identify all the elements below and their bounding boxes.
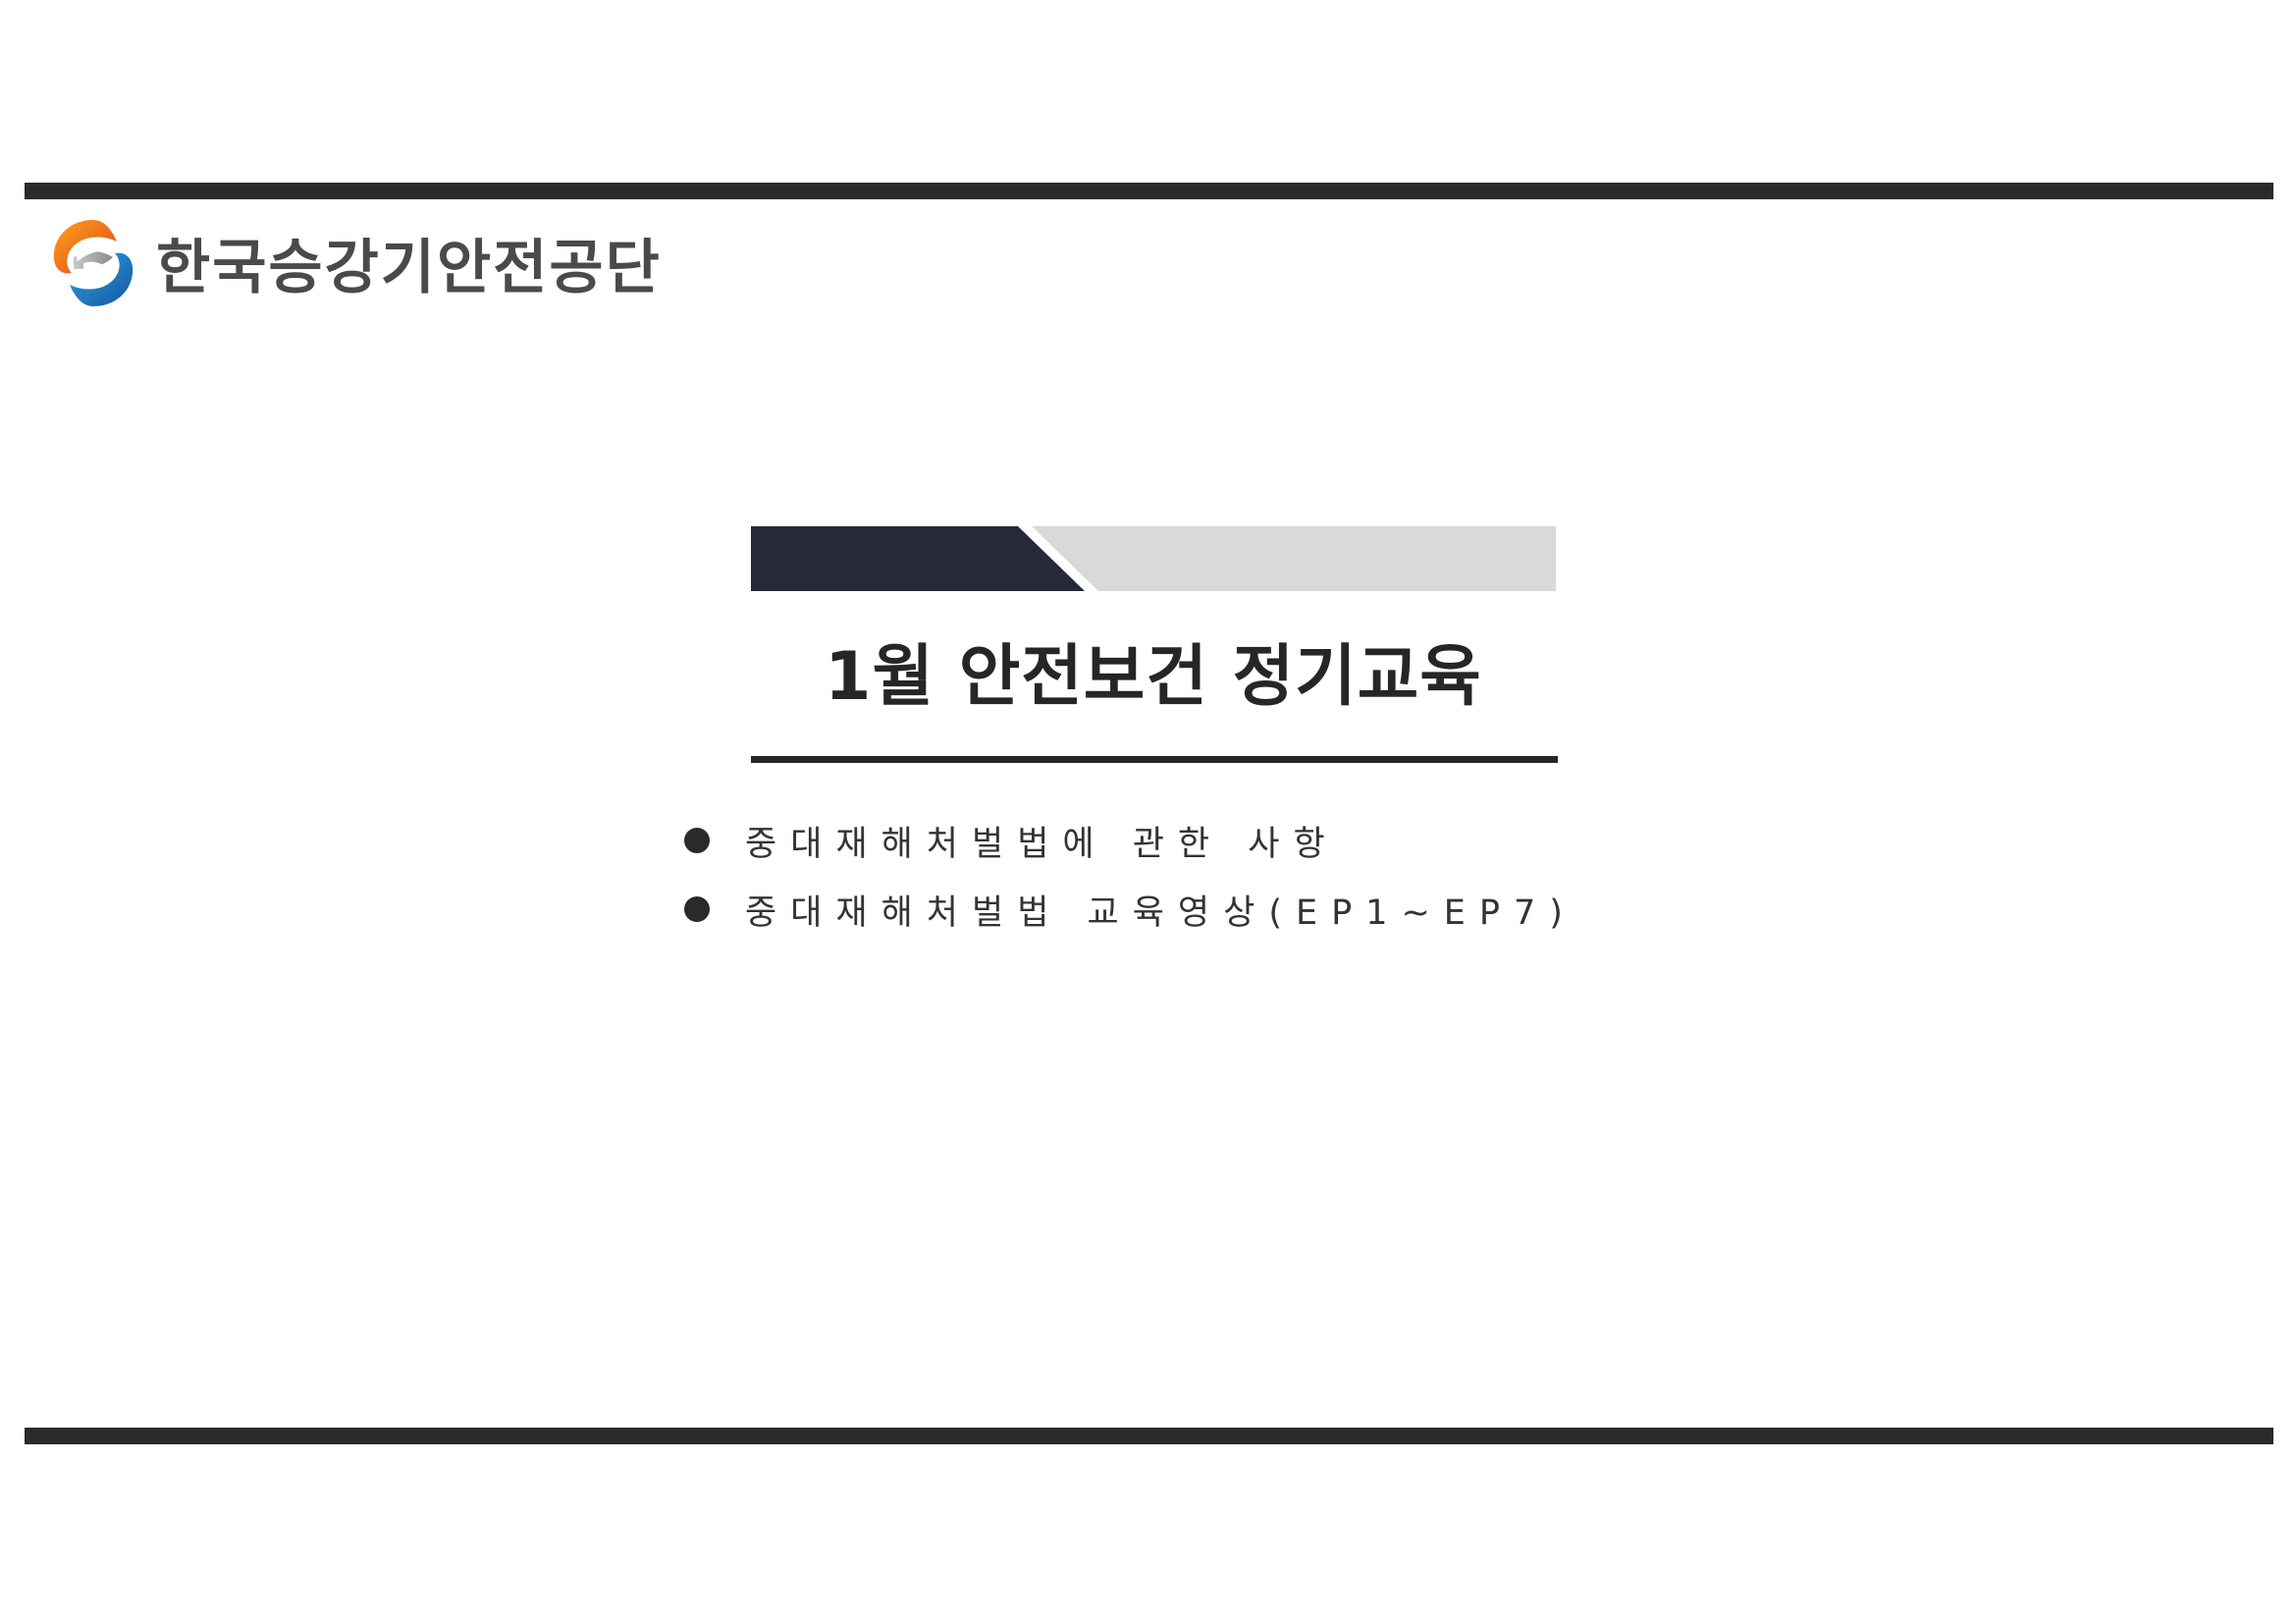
organization-name: 한국승강기안전공단 <box>156 234 662 302</box>
logo-emblem-icon <box>53 219 133 306</box>
list-item: 중대재해처벌법 교육영상(EP1~EP7) <box>684 886 1576 933</box>
title-underline <box>751 756 1558 763</box>
page-title: 1월 안전보건 정기교육 <box>825 638 1482 716</box>
organization-logo: 한국승강기안전공단 <box>44 211 662 314</box>
bullet-icon <box>684 896 710 922</box>
title-banner <box>751 526 1556 591</box>
top-divider <box>25 183 2273 199</box>
list-item: 중대재해처벌법에 관한 사항 <box>684 817 1576 864</box>
list-item-text: 중대재해처벌법에 관한 사항 <box>745 824 1339 864</box>
list-item-text: 중대재해처벌법 교육영상(EP1~EP7) <box>745 893 1576 933</box>
topic-list: 중대재해처벌법에 관한 사항 중대재해처벌법 교육영상(EP1~EP7) <box>684 817 1576 954</box>
bottom-divider <box>25 1428 2273 1444</box>
bullet-icon <box>684 828 710 853</box>
